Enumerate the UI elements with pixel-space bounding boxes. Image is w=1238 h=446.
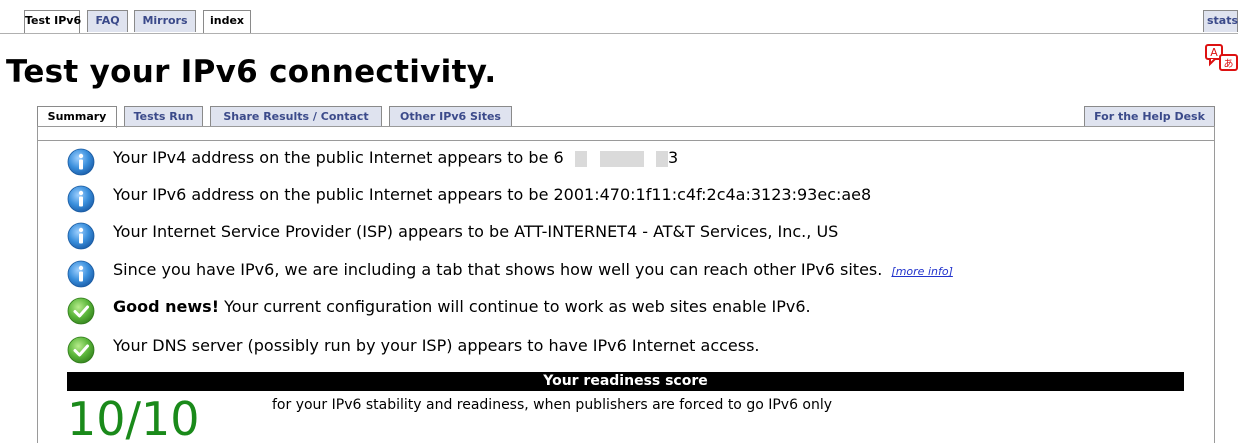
panel-border-right: [1214, 126, 1215, 443]
tab-index[interactable]: index: [203, 10, 251, 34]
info-icon: [67, 222, 95, 250]
redacted-block: [574, 150, 587, 167]
info-icon: [67, 185, 95, 213]
tab-stats[interactable]: stats: [1203, 10, 1238, 32]
result-text: Your Internet Service Provider (ISP) app…: [113, 222, 839, 241]
redacted-block: [599, 150, 644, 167]
readiness-score-description: for your IPv6 stability and readiness, w…: [272, 397, 833, 413]
result-text: Your IPv4 address on the public Internet…: [113, 148, 564, 167]
tab-mirrors[interactable]: Mirrors: [134, 10, 196, 32]
tab-help-desk[interactable]: For the Help Desk: [1084, 106, 1215, 126]
tab-other-ipv6-sites[interactable]: Other IPv6 Sites: [389, 106, 512, 126]
more-info-link[interactable]: [more info]: [891, 265, 952, 278]
tab-summary[interactable]: Summary: [37, 106, 117, 128]
info-icon: [67, 148, 95, 176]
tab-test-ipv6[interactable]: Test IPv6: [24, 10, 81, 34]
tab-faq[interactable]: FAQ: [87, 10, 128, 32]
result-text: Since you have IPv6, we are including a …: [113, 260, 883, 279]
tab-tests-run[interactable]: Tests Run: [124, 106, 203, 126]
svg-text:A: A: [1210, 46, 1218, 59]
panel-border-left: [37, 126, 38, 443]
result-text: Your DNS server (possibly run by your IS…: [113, 336, 760, 355]
inner-tab-divider: [37, 126, 1215, 127]
panel-separator: [38, 140, 1214, 141]
page-title: Test your IPv6 connectivity.: [6, 54, 497, 90]
svg-text:あ: あ: [1224, 58, 1234, 70]
good-news-label: Good news!: [113, 297, 219, 316]
check-icon: [67, 297, 95, 325]
tab-bar-divider: [0, 33, 1238, 34]
result-text: Your IPv6 address on the public Internet…: [113, 185, 872, 204]
check-icon: [67, 336, 95, 364]
readiness-score-heading: Your readiness score: [67, 372, 1184, 391]
readiness-score-value: 10/10: [67, 392, 200, 446]
translate-icon[interactable]: A あ: [1205, 44, 1238, 74]
result-text: Your current configuration will continue…: [218, 297, 811, 316]
result-suffix: 3: [667, 148, 679, 167]
tab-share-results[interactable]: Share Results / Contact: [210, 106, 382, 126]
redacted-block: [655, 150, 668, 167]
info-icon: [67, 260, 95, 288]
